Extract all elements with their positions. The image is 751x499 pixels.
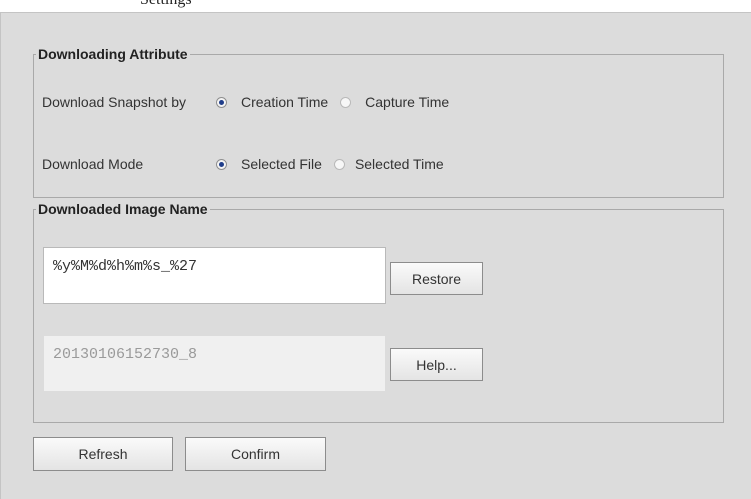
radio-selected-file[interactable] xyxy=(216,158,227,170)
help-button[interactable]: Help... xyxy=(390,348,483,381)
name-pattern-input[interactable]: %y%M%d%h%m%s_%27 xyxy=(43,247,386,304)
downloading-attribute-legend: Downloading Attribute xyxy=(38,46,188,62)
downloading-attribute-group: Downloading Attribute Download Snapshot … xyxy=(33,46,724,198)
option-selected-time-label[interactable]: Selected Time xyxy=(355,156,444,172)
mode-row: Download Mode Selected File Selected Tim… xyxy=(42,154,444,174)
page-heading-partial: Settings xyxy=(140,0,192,9)
mode-label: Download Mode xyxy=(42,156,144,172)
top-strip: Settings xyxy=(0,0,751,12)
downloaded-image-name-legend: Downloaded Image Name xyxy=(38,201,208,217)
snapshot-row: Download Snapshot by Creation Time Captu… xyxy=(42,92,449,112)
refresh-button[interactable]: Refresh xyxy=(33,437,173,471)
radio-selected-time[interactable] xyxy=(333,158,345,170)
confirm-button[interactable]: Confirm xyxy=(185,437,326,471)
name-preview-field: 20130106152730_8 xyxy=(43,335,386,392)
option-selected-file-label[interactable]: Selected File xyxy=(241,156,322,172)
restore-button[interactable]: Restore xyxy=(390,262,483,295)
radio-capture-time[interactable] xyxy=(340,96,352,108)
radio-creation-time[interactable] xyxy=(216,96,227,108)
option-creation-time-label[interactable]: Creation Time xyxy=(241,94,328,110)
settings-panel: Downloading Attribute Download Snapshot … xyxy=(0,12,751,499)
option-capture-time-label[interactable]: Capture Time xyxy=(365,94,449,110)
snapshot-label: Download Snapshot by xyxy=(42,94,186,110)
